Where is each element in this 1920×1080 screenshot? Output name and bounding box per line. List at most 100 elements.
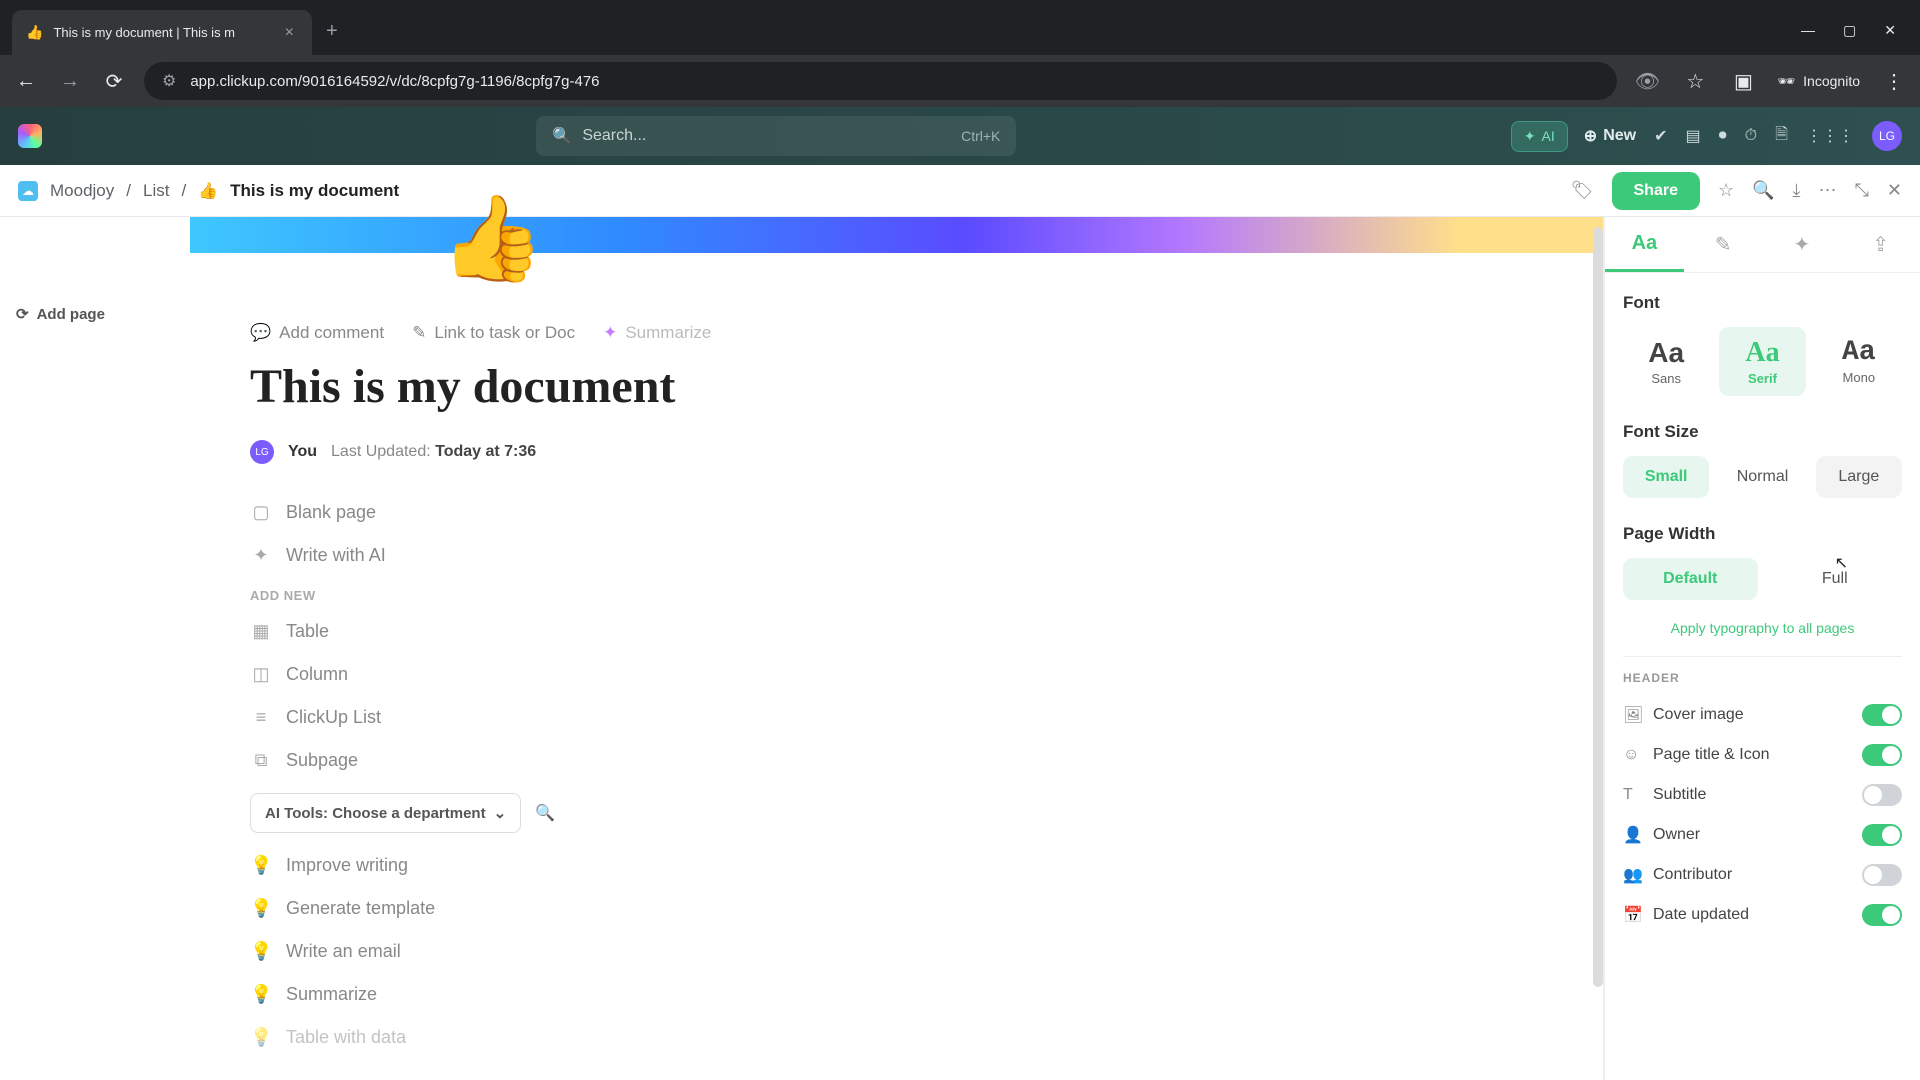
- doc-header-row: ☁ Moodjoy / List / 👍 This is my document…: [0, 165, 1920, 217]
- toggle-contributor-label: Contributor: [1653, 866, 1732, 884]
- share-button[interactable]: Share: [1612, 172, 1700, 210]
- add-column-option[interactable]: ◫ Column: [250, 664, 1390, 685]
- add-new-heading: ADD NEW: [250, 588, 1390, 603]
- ai-tools-dropdown[interactable]: AI Tools: Choose a department ⌄: [250, 793, 521, 833]
- subtitle-switch[interactable]: [1862, 784, 1902, 806]
- cover-image[interactable]: [190, 217, 1603, 253]
- timer-icon[interactable]: ⏱: [1745, 127, 1757, 145]
- page-width-default[interactable]: Default: [1623, 558, 1758, 600]
- ai-button[interactable]: ✦ AI: [1511, 121, 1568, 152]
- breadcrumb-list[interactable]: List: [143, 181, 169, 201]
- incognito-badge: 🕶 Incognito: [1777, 73, 1860, 90]
- add-table-option[interactable]: ▦ Table: [250, 621, 1390, 642]
- record-icon[interactable]: ⏺: [1719, 127, 1727, 145]
- add-list-option[interactable]: ≡ ClickUp List: [250, 707, 1390, 728]
- add-comment-button[interactable]: 💬 Add comment: [250, 323, 384, 343]
- bulb-icon: 💡: [250, 941, 272, 962]
- global-search[interactable]: 🔍 Search... Ctrl+K: [536, 116, 1016, 156]
- blank-page-option[interactable]: ▢ Blank page: [250, 502, 1390, 523]
- ai-wand-tab[interactable]: ✎: [1684, 217, 1763, 272]
- more-menu-icon[interactable]: ⋯: [1819, 180, 1837, 201]
- reload-icon[interactable]: ⟳: [100, 69, 128, 94]
- download-icon[interactable]: ⤓: [1793, 180, 1801, 201]
- docs-icon[interactable]: 🗎: [1775, 123, 1788, 150]
- workspace-icon[interactable]: ☁: [18, 181, 38, 201]
- last-updated: Last Updated: Today at 7:36: [331, 443, 536, 461]
- close-panel-icon[interactable]: ✕: [1887, 180, 1902, 201]
- user-avatar[interactable]: LG: [1872, 121, 1902, 151]
- summarize-button[interactable]: ✦ Summarize: [603, 323, 711, 343]
- search-ai-tools-icon[interactable]: 🔍: [535, 803, 555, 823]
- check-circle-icon[interactable]: ✔: [1654, 126, 1667, 146]
- clickup-logo[interactable]: [18, 124, 42, 148]
- font-size-small[interactable]: Small: [1623, 456, 1709, 498]
- forward-icon[interactable]: →: [56, 70, 84, 93]
- browser-tab-strip: 👍 This is my document | This is m × + — …: [0, 0, 1920, 55]
- write-with-ai-option[interactable]: ✦ Write with AI: [250, 545, 1390, 566]
- add-subpage-option[interactable]: ⧉ Subpage: [250, 750, 1390, 771]
- font-size-large[interactable]: Large: [1816, 456, 1902, 498]
- ai-email-label: Write an email: [286, 941, 401, 962]
- bulb-icon: 💡: [250, 1027, 272, 1048]
- author-avatar[interactable]: LG: [250, 440, 274, 464]
- new-button[interactable]: ⊕ New: [1584, 126, 1636, 146]
- page-title-switch[interactable]: [1862, 744, 1902, 766]
- notepad-icon[interactable]: ▤: [1686, 126, 1701, 146]
- ai-generate-template[interactable]: 💡 Generate template: [250, 898, 1390, 919]
- tag-icon[interactable]: 🏷: [1571, 180, 1594, 201]
- add-page-label: Add page: [37, 306, 105, 323]
- font-serif-option[interactable]: Aa Serif: [1719, 327, 1805, 396]
- date-updated-switch[interactable]: [1862, 904, 1902, 926]
- contributor-switch[interactable]: [1862, 864, 1902, 886]
- new-tab-button[interactable]: +: [312, 20, 352, 43]
- image-icon: 🖼: [1623, 705, 1641, 725]
- scrollbar-thumb[interactable]: [1593, 227, 1603, 987]
- apps-grid-icon[interactable]: ⋮⋮⋮: [1806, 126, 1854, 146]
- address-bar: ← → ⟳ ⚙ app.clickup.com/9016164592/v/dc/…: [0, 55, 1920, 107]
- bulb-icon: 💡: [250, 898, 272, 919]
- sparkle-icon: ✦: [603, 323, 617, 343]
- font-size-normal[interactable]: Normal: [1719, 456, 1805, 498]
- ai-write-email[interactable]: 💡 Write an email: [250, 941, 1390, 962]
- ai-template-label: Generate template: [286, 898, 435, 919]
- typography-tab[interactable]: Aa: [1605, 217, 1684, 272]
- subpage-icon: ⧉: [250, 750, 272, 771]
- comment-icon: 💬: [250, 323, 271, 343]
- owner-switch[interactable]: [1862, 824, 1902, 846]
- browser-tab[interactable]: 👍 This is my document | This is m ×: [12, 10, 312, 55]
- export-tab[interactable]: ⇪: [1841, 217, 1920, 272]
- toggle-page-title: ☺ Page title & Icon: [1623, 735, 1902, 775]
- document-title[interactable]: This is my document: [250, 359, 1390, 414]
- ai-label: AI: [1542, 128, 1555, 144]
- font-mono-option[interactable]: Aa Mono: [1816, 327, 1902, 396]
- collapse-icon[interactable]: ⤡: [1855, 180, 1869, 201]
- toggle-owner: 👤 Owner: [1623, 815, 1902, 855]
- site-settings-icon[interactable]: ⚙: [162, 71, 176, 91]
- bookmark-star-icon[interactable]: ☆: [1681, 69, 1709, 94]
- search-doc-icon[interactable]: 🔍: [1752, 180, 1774, 201]
- close-tab-icon[interactable]: ×: [281, 24, 298, 42]
- eye-off-icon[interactable]: 👁: [1633, 69, 1661, 94]
- cover-image-switch[interactable]: [1862, 704, 1902, 726]
- favorite-star-icon[interactable]: ☆: [1718, 180, 1734, 201]
- side-panel-icon[interactable]: ▣: [1729, 69, 1757, 94]
- ai-summarize[interactable]: 💡 Summarize: [250, 984, 1390, 1005]
- font-sans-option[interactable]: Aa Sans: [1623, 327, 1709, 396]
- ai-table-data-label: Table with data: [286, 1027, 406, 1048]
- add-page-button[interactable]: ⟳ Add page: [16, 305, 174, 323]
- url-field[interactable]: ⚙ app.clickup.com/9016164592/v/dc/8cpfg7…: [144, 62, 1617, 100]
- templates-tab[interactable]: ✦: [1763, 217, 1842, 272]
- toggle-cover-label: Cover image: [1653, 706, 1744, 724]
- link-task-button[interactable]: ✎ Link to task or Doc: [412, 323, 575, 343]
- back-icon[interactable]: ←: [12, 70, 40, 93]
- add-page-icon: ⟳: [16, 305, 29, 323]
- ai-improve-writing[interactable]: 💡 Improve writing: [250, 855, 1390, 876]
- ai-table-data[interactable]: 💡 Table with data: [250, 1027, 1390, 1048]
- breadcrumb-workspace[interactable]: Moodjoy: [50, 181, 114, 201]
- apply-typography-link[interactable]: Apply typography to all pages: [1623, 620, 1902, 636]
- close-window-icon[interactable]: ✕: [1884, 22, 1896, 39]
- page-emoji[interactable]: 👍: [440, 189, 545, 288]
- browser-menu-icon[interactable]: ⋮: [1880, 69, 1908, 94]
- maximize-icon[interactable]: ▢: [1843, 22, 1856, 39]
- minimize-icon[interactable]: —: [1801, 22, 1815, 39]
